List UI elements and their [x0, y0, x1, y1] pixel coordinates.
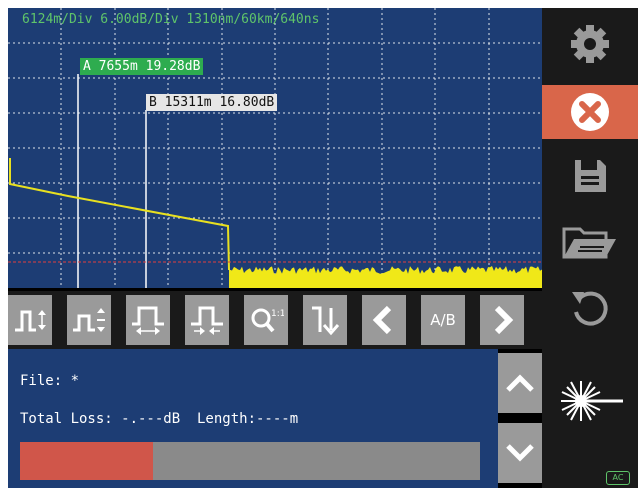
laser-button[interactable] [542, 374, 638, 428]
info-panel: File: * Total Loss: -.---dB Length:----m [8, 349, 498, 488]
vertical-zoom-icon [15, 310, 46, 332]
chevron-up-icon [506, 374, 534, 392]
file-name-text: File: * [20, 373, 80, 389]
plot-grid [8, 8, 542, 288]
next-button[interactable] [480, 295, 524, 345]
undo-icon [572, 291, 608, 326]
save-icon [575, 160, 606, 192]
chevron-right-icon [494, 305, 514, 335]
ab-toggle-button[interactable]: A/B [421, 295, 465, 345]
event-marker-button[interactable] [303, 295, 347, 345]
chevron-down-icon [506, 444, 534, 462]
vertical-zoom-button[interactable] [8, 295, 52, 345]
event-marker-icon [312, 306, 340, 336]
progress-fill [20, 442, 154, 480]
noise-floor [229, 266, 542, 288]
close-button[interactable] [542, 85, 638, 139]
trace-plot-canvas [8, 8, 542, 288]
zoom-reset-button[interactable]: 1:1 [244, 295, 288, 345]
horizontal-zoom-out-icon [132, 306, 164, 335]
horizontal-zoom-in-button[interactable] [185, 295, 229, 345]
trace-toolbar: 1:1 A/B [8, 291, 542, 349]
vertical-shift-icon [73, 308, 105, 332]
otdr-screen: 6124m/Div 6.00dB/Div 1310nm/60km/640ns A… [8, 8, 638, 488]
horizontal-zoom-out-button[interactable] [126, 295, 170, 345]
scroll-down-button[interactable] [498, 423, 542, 483]
ab-toggle-label: A/B [430, 311, 456, 329]
cursor-a-label[interactable]: A 7655m 19.28dB [80, 58, 204, 75]
progress-bar [20, 442, 480, 480]
open-file-button[interactable] [542, 216, 638, 270]
svg-text:1:1: 1:1 [271, 309, 284, 319]
folder-open-icon [562, 227, 616, 259]
total-loss-length-text: Total Loss: -.---dB Length:----m [20, 411, 299, 427]
horizontal-zoom-in-icon [191, 306, 223, 335]
previous-button[interactable] [362, 295, 406, 345]
close-icon [571, 93, 609, 131]
chevron-left-icon [372, 305, 392, 335]
trace-plot[interactable]: 6124m/Div 6.00dB/Div 1310nm/60km/640ns A… [8, 8, 542, 288]
laser-icon [561, 381, 623, 421]
scroll-up-button[interactable] [498, 353, 542, 413]
scale-readout: 6124m/Div 6.00dB/Div 1310nm/60km/640ns [22, 12, 320, 27]
sidebar [542, 8, 638, 488]
zoom-reset-icon: 1:1 [251, 308, 284, 333]
gear-icon [571, 25, 609, 63]
save-button[interactable] [542, 149, 638, 203]
undo-button[interactable] [542, 281, 638, 335]
cursor-b-label[interactable]: B 15311m 16.80dB [146, 94, 278, 111]
settings-button[interactable] [542, 17, 638, 71]
vertical-shift-button[interactable] [67, 295, 111, 345]
power-source-badge: AC [606, 471, 630, 485]
